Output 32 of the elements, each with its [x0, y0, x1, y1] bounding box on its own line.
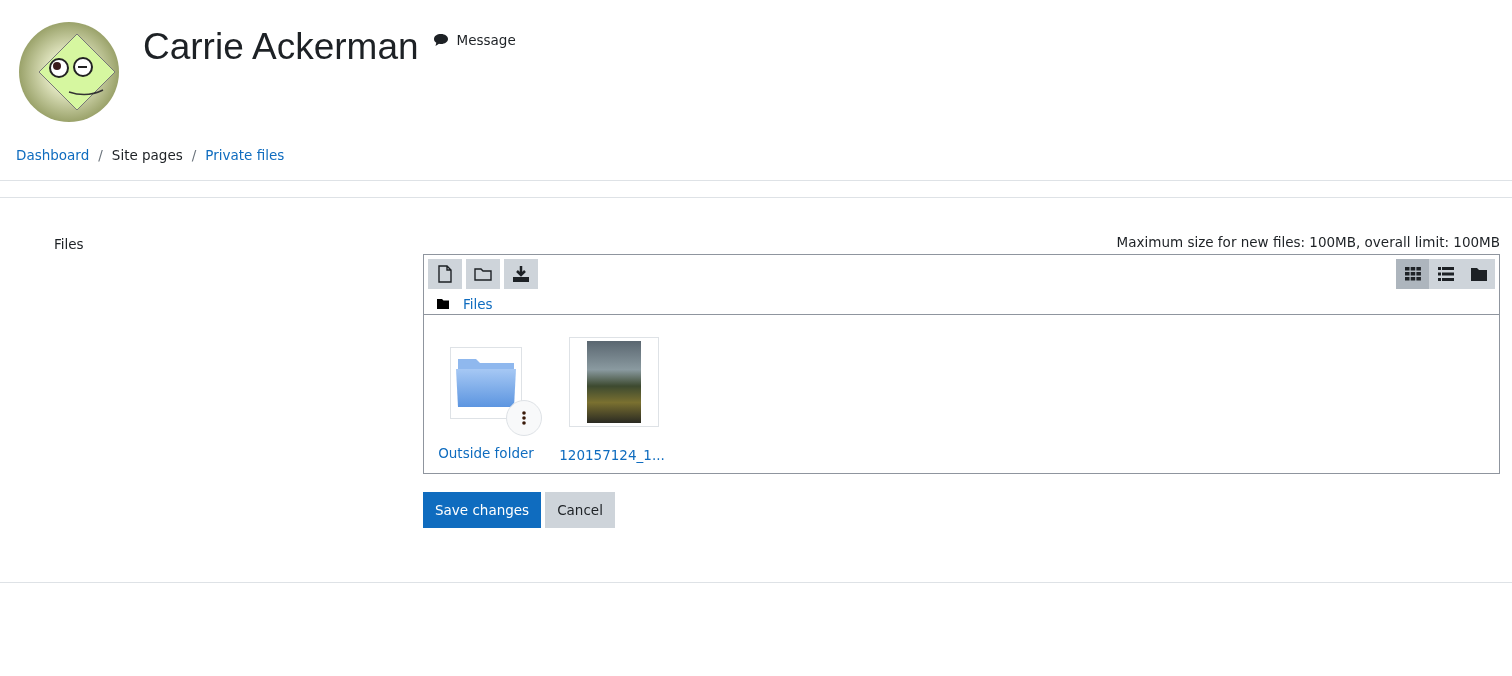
- save-button[interactable]: Save changes: [423, 492, 542, 528]
- speech-bubble-icon: [432, 33, 449, 47]
- breadcrumb-separator: /: [98, 147, 103, 163]
- field-label: Files: [53, 235, 85, 254]
- file-toolbar-button[interactable]: [428, 259, 462, 289]
- breadcrumb-link[interactable]: Private files: [205, 147, 285, 163]
- download-toolbar-button[interactable]: [504, 259, 538, 289]
- list-view-button[interactable]: [1429, 259, 1462, 289]
- file-name-link[interactable]: 120157124_1...: [559, 447, 665, 463]
- grid-view-button[interactable]: [1396, 259, 1429, 289]
- kebab-icon: [522, 411, 526, 425]
- grid-icon: [1404, 267, 1421, 281]
- folder-icon: [437, 299, 449, 309]
- folder-thumbnail[interactable]: [450, 347, 522, 419]
- file-name-link[interactable]: Outside folder: [438, 445, 534, 461]
- download-icon: [512, 265, 530, 283]
- folder-icon: [474, 266, 492, 282]
- path-link[interactable]: Files: [463, 296, 493, 312]
- folder-toolbar-button[interactable]: [466, 259, 500, 289]
- breadcrumb-link[interactable]: Dashboard: [16, 147, 90, 163]
- file-icon: [437, 265, 453, 283]
- more-options-button[interactable]: [506, 400, 542, 436]
- image-thumbnail[interactable]: [569, 337, 659, 427]
- folder-icon: [1470, 267, 1487, 281]
- breadcrumb-current-page: Site pages: [111, 147, 183, 163]
- breadcrumb-separator: /: [191, 147, 197, 163]
- tree-view-button[interactable]: [1462, 259, 1495, 289]
- message-link[interactable]: Message: [432, 32, 516, 48]
- size-limit-note: Maximum size for new files: 100MB, overall limit: 100MB: [1115, 234, 1500, 252]
- user-name: Carrie Ackerman: [143, 26, 419, 68]
- list-icon: [1437, 267, 1454, 281]
- cancel-button[interactable]: Cancel: [545, 492, 615, 528]
